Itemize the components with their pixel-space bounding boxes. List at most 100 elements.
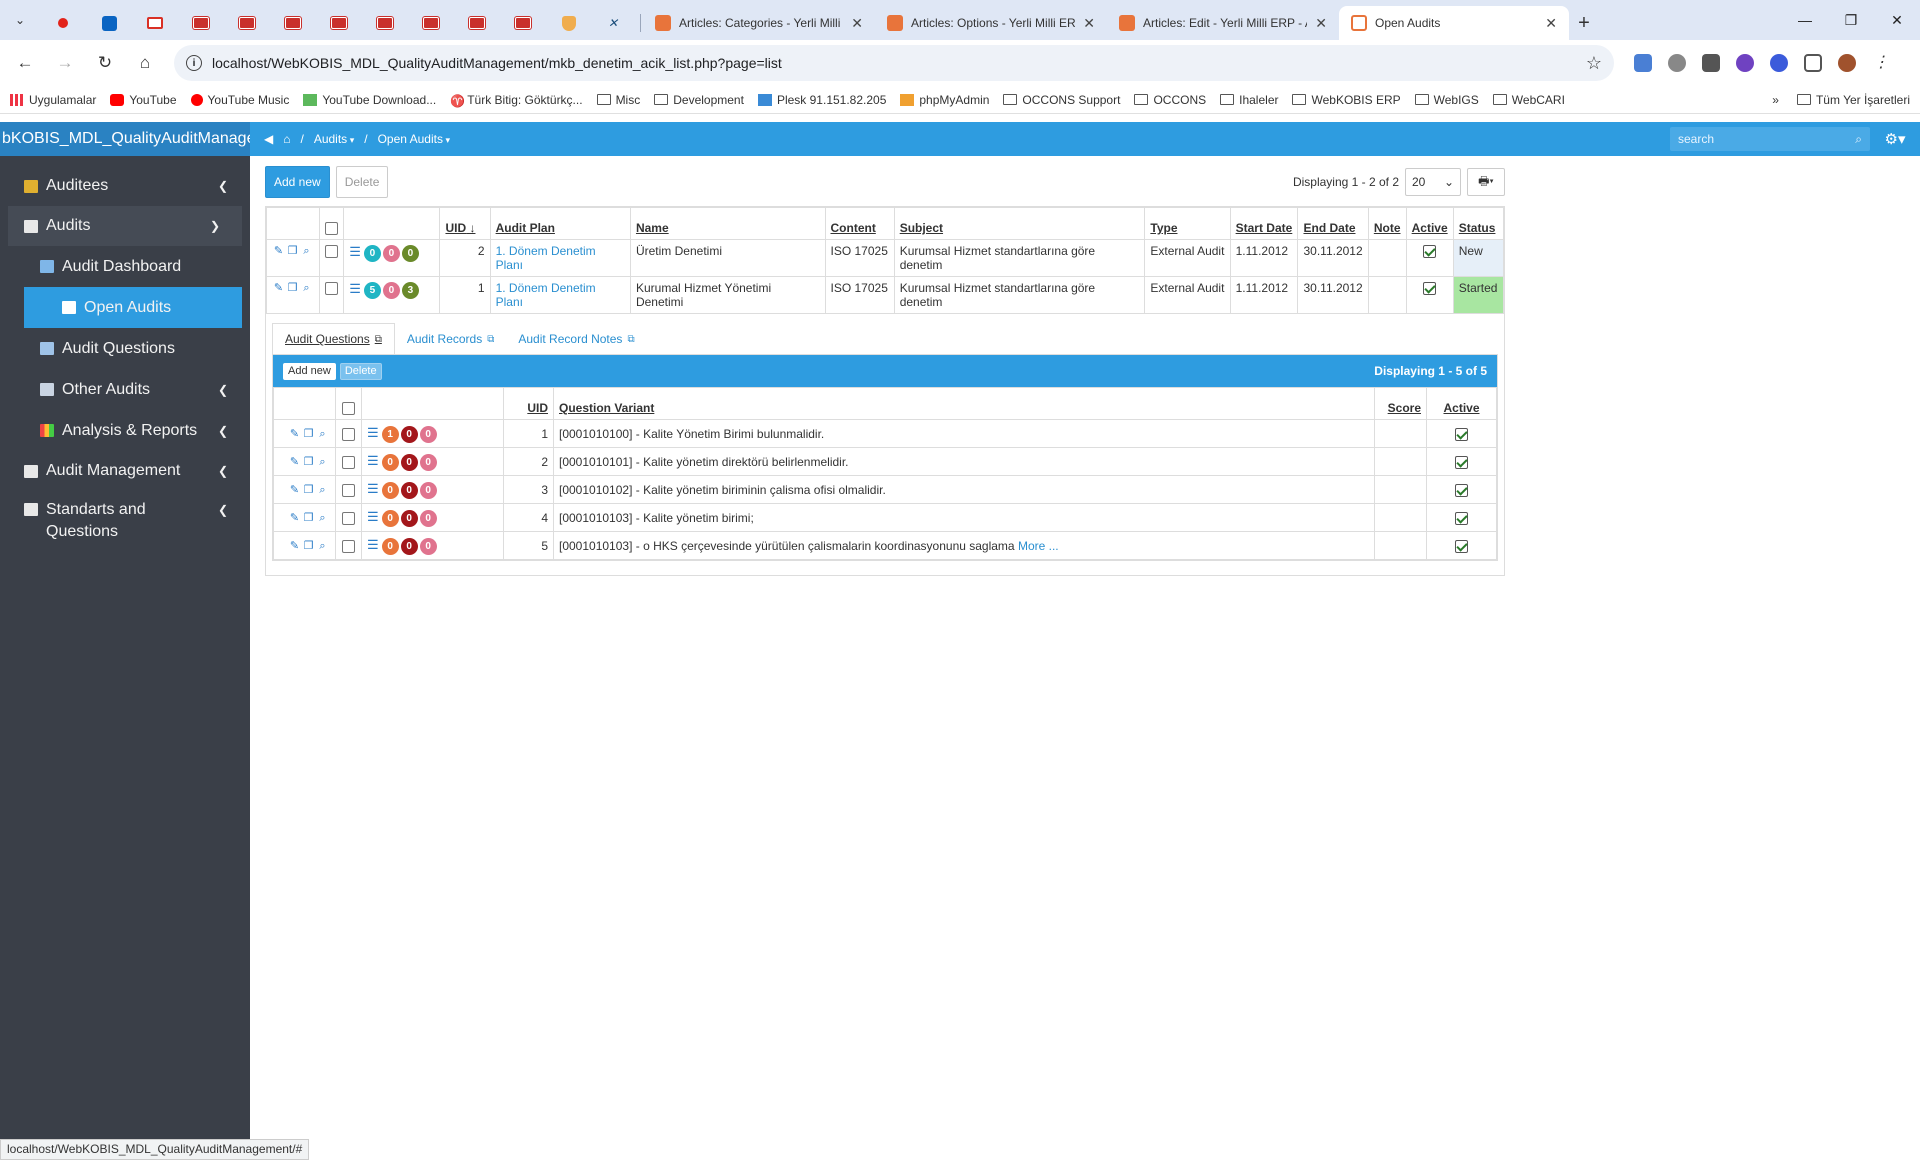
copy-icon[interactable]: ❐	[302, 539, 316, 552]
bookmark-misc[interactable]: Misc	[596, 93, 640, 107]
count-badge[interactable]: 0	[400, 481, 418, 499]
count-badge[interactable]: 0	[419, 453, 437, 471]
col-note[interactable]: Note	[1367, 207, 1407, 240]
edit-icon[interactable]: ✎	[288, 539, 302, 552]
count-badge[interactable]: 0	[381, 509, 399, 527]
count-badge[interactable]: 1	[381, 425, 399, 443]
bookmark-star-icon[interactable]: ☆	[1586, 53, 1602, 74]
row-checkbox[interactable]	[342, 483, 355, 497]
count-badge[interactable]: 0	[400, 453, 418, 471]
sidebar-item-audit-questions[interactable]: Audit Questions	[0, 328, 250, 369]
delete-button[interactable]: Delete	[335, 166, 389, 198]
view-icon[interactable]: ⌕	[316, 484, 330, 497]
bookmark-ihaleler[interactable]: Ihaleler	[1220, 93, 1278, 107]
more-link[interactable]: More ...	[1018, 539, 1059, 553]
row-checkbox[interactable]	[325, 282, 339, 296]
count-badge[interactable]: 5	[363, 282, 381, 299]
print-icon[interactable]: 🖶▾	[1467, 168, 1505, 196]
color-picker-icon[interactable]	[1736, 54, 1754, 72]
count-badge[interactable]: 0	[400, 537, 418, 555]
detail-delete-button[interactable]: Delete	[339, 362, 382, 380]
extension-icon[interactable]	[1702, 54, 1720, 72]
bookmark-youtube[interactable]: YouTube	[110, 93, 177, 107]
pinned-tab-gmail[interactable]	[132, 6, 178, 40]
close-window-icon[interactable]: ✕	[1874, 12, 1920, 29]
count-badge[interactable]: 0	[382, 245, 400, 262]
col-end-date[interactable]: End Date	[1297, 207, 1369, 240]
avatar[interactable]	[1838, 54, 1856, 72]
edit-icon[interactable]: ✎	[288, 511, 302, 524]
row-checkbox[interactable]	[325, 245, 339, 259]
copy-icon[interactable]: ❐	[302, 455, 316, 468]
detail-add-new-button[interactable]: Add new	[283, 362, 336, 380]
table-row[interactable]: ✎ ❐ ⌕ ☰ 0 0 0 3 [0001010102] - Kalite yönetim…	[273, 475, 1497, 504]
count-badge[interactable]: 3	[401, 282, 419, 299]
close-icon[interactable]: ✕	[851, 15, 863, 32]
bookmark-occons-support[interactable]: OCCONS Support	[1003, 93, 1120, 107]
bookmark-plesk[interactable]: Plesk 91.151.82.205	[757, 93, 886, 107]
count-badge[interactable]: 0	[381, 453, 399, 471]
row-checkbox[interactable]	[342, 427, 355, 441]
pinned-tab[interactable]	[408, 6, 454, 40]
view-icon[interactable]: ⌕	[316, 512, 330, 525]
row-checkbox[interactable]	[342, 455, 355, 469]
sidebar-item-auditees[interactable]: Auditees ❮	[0, 166, 250, 206]
breadcrumb-audits[interactable]: Audits	[314, 132, 354, 146]
sidebar-item-open-audits[interactable]: Open Audits	[24, 287, 242, 328]
edit-icon[interactable]: ✎	[272, 244, 286, 257]
app-brand[interactable]: bKOBIS_MDL_QualityAuditManagem	[0, 122, 250, 156]
view-icon[interactable]: ⌕	[300, 245, 314, 258]
close-icon[interactable]: ✕	[1083, 15, 1095, 32]
table-row[interactable]: ✎ ❐ ⌕ ☰ 1 0 0 1 [0001010100] - Kalite Yönetim…	[273, 419, 1497, 448]
tab-audit-records[interactable]: Audit Records ⧉	[395, 324, 507, 354]
site-info-icon[interactable]: i	[186, 55, 202, 71]
search-icon[interactable]: ⌕	[1855, 132, 1862, 147]
gear-icon[interactable]: ⚙▾	[1870, 130, 1920, 148]
bookmark-turk-bitig[interactable]: ♈ Türk Bitig: Göktürkç...	[450, 93, 582, 108]
add-new-button[interactable]: Add new	[265, 166, 330, 198]
external-link-icon[interactable]: ⧉	[627, 334, 634, 345]
pinned-tab[interactable]	[500, 6, 546, 40]
bookmark-webigs[interactable]: WebIGS	[1414, 93, 1479, 107]
col-uid[interactable]: UID ↓	[439, 207, 491, 240]
col-uid[interactable]: UID	[503, 387, 554, 420]
minimize-icon[interactable]: —	[1782, 12, 1828, 28]
view-icon[interactable]: ⌕	[316, 540, 330, 553]
count-badge[interactable]: 0	[381, 537, 399, 555]
table-row[interactable]: ✎ ❐ ⌕ ☰ 0 0 0 4 [0001010103] - Kalite yönetim…	[273, 503, 1497, 532]
bookmark-youtube-music[interactable]: YouTube Music	[190, 93, 289, 107]
col-active[interactable]: Active	[1405, 207, 1454, 240]
count-badge[interactable]: 0	[381, 481, 399, 499]
list-icon[interactable]: ☰	[367, 453, 379, 468]
bookmark-phpmyadmin[interactable]: phpMyAdmin	[900, 93, 989, 107]
browser-tab[interactable]: Articles: Options - Yerli Milli ERP ✕	[875, 6, 1107, 40]
forward-icon[interactable]: →	[48, 46, 82, 80]
tab-audit-record-notes[interactable]: Audit Record Notes ⧉	[506, 324, 646, 354]
sidebar-item-audit-dashboard[interactable]: Audit Dashboard	[0, 246, 250, 287]
bookmark-webkobis-erp[interactable]: WebKOBIS ERP	[1292, 93, 1401, 107]
bookmark-youtube-download[interactable]: YouTube Download...	[303, 93, 436, 107]
edit-icon[interactable]: ✎	[272, 281, 286, 294]
col-question-variant[interactable]: Question Variant	[553, 387, 1375, 420]
recycle-icon[interactable]	[1668, 54, 1686, 72]
pinned-tab[interactable]	[178, 6, 224, 40]
count-badge[interactable]: 0	[419, 425, 437, 443]
list-icon[interactable]: ☰	[349, 244, 361, 259]
page-size-select[interactable]: 20 ⌄	[1405, 168, 1461, 196]
search-input[interactable]: search ⌕	[1670, 127, 1870, 151]
count-badge[interactable]: 0	[400, 425, 418, 443]
pinned-tab-outlook[interactable]	[86, 6, 132, 40]
table-row[interactable]: ✎ ❐ ⌕ ☰ 0 0 0 2 [0001010101] - Kalite yönetim…	[273, 447, 1497, 476]
sidebar-item-audits[interactable]: Audits ❯	[8, 206, 242, 246]
edit-icon[interactable]: ✎	[288, 483, 302, 496]
bookmark-apps[interactable]: Uygulamalar	[10, 93, 96, 107]
pinned-tab[interactable]	[270, 6, 316, 40]
view-icon[interactable]: ⌕	[316, 456, 330, 469]
table-row[interactable]: ✎ ❐ ⌕ ☰ 0 0 0 2 1. Dönem Denetim Planı Üretim…	[265, 239, 1505, 277]
edit-icon[interactable]: ✎	[288, 455, 302, 468]
translate-icon[interactable]	[1634, 54, 1652, 72]
close-icon[interactable]: ✕	[1545, 15, 1557, 32]
pinned-tab[interactable]	[316, 6, 362, 40]
restore-icon[interactable]: ❐	[1828, 12, 1874, 29]
col-subject[interactable]: Subject	[893, 207, 1146, 240]
